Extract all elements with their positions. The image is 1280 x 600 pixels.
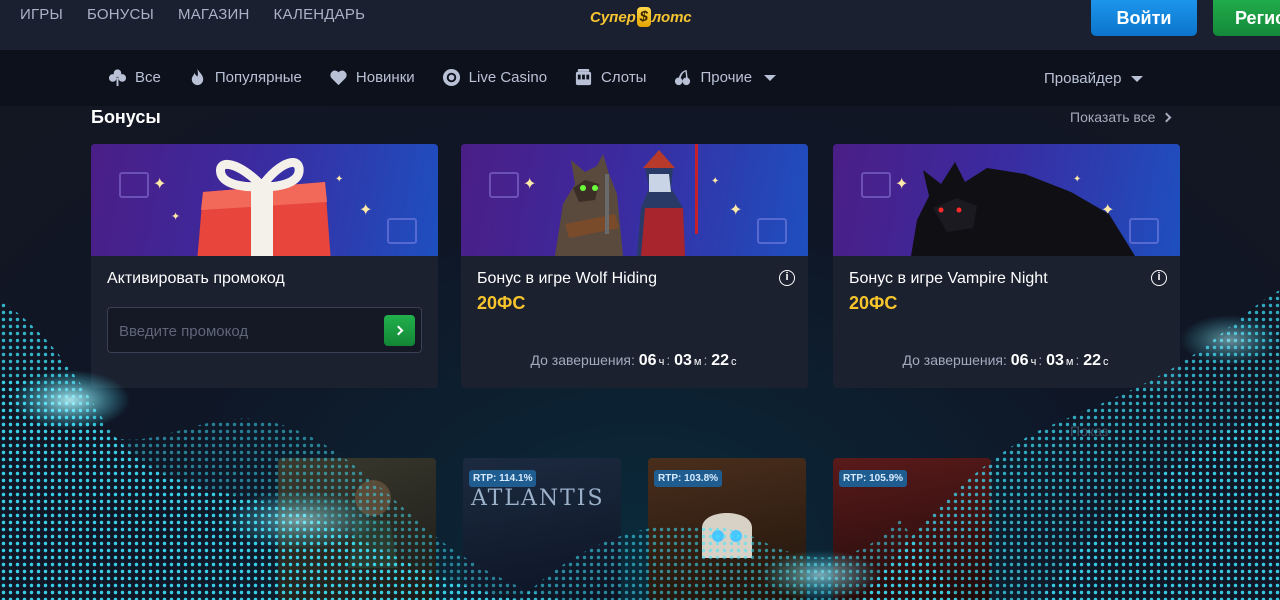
hours-unit: ч <box>1030 356 1037 368</box>
nav-games[interactable]: ИГРЫ <box>20 6 63 23</box>
logo-coin-icon: $ <box>636 7 651 27</box>
bonus-card-vampire-night[interactable]: ✦ ✦ ✦ Бонус в игре Vampire Night i 20ФС … <box>833 144 1180 388</box>
login-button[interactable]: Войти <box>1091 0 1197 36</box>
clover-icon <box>108 69 127 87</box>
category-label: Слоты <box>601 69 647 86</box>
chevron-right-icon <box>393 325 403 336</box>
countdown-minutes: 03 <box>1046 352 1064 369</box>
wolf-hiding-banner: ✦ ✦ ✦ <box>461 144 808 256</box>
category-label: Live Casino <box>468 69 548 86</box>
chevron-down-icon <box>1131 75 1144 82</box>
category-all[interactable]: Все <box>108 68 161 87</box>
category-other[interactable]: Прочие <box>673 68 777 87</box>
black-wolf-image <box>911 162 1135 256</box>
category-label: Новинки <box>355 69 415 86</box>
category-label: Прочие <box>700 69 753 86</box>
heart-icon <box>330 70 347 86</box>
game-character-image <box>348 480 398 568</box>
chip-icon <box>442 68 460 87</box>
countdown-hours: 06 <box>1010 352 1029 369</box>
sparkle-icon: ✦ <box>729 202 743 219</box>
game-character-image <box>702 513 752 558</box>
game-tile-atlantis[interactable]: RTP: 114.1% ATLANTIS <box>463 458 621 600</box>
cherries-icon <box>675 69 691 86</box>
game-tile[interactable]: RTP: 103.8% <box>648 458 806 600</box>
sparkle-icon: ✦ <box>359 202 373 219</box>
gift-outline-icon <box>757 218 787 244</box>
category-label: Популярные <box>214 69 302 86</box>
bonus-countdown: До завершения: 06 ч: 03 м: 22 с <box>530 352 737 369</box>
logo-text-left: Супер <box>590 8 636 26</box>
game-tile[interactable]: RTP: 105.9% <box>833 458 991 600</box>
countdown-label: До завершения: <box>902 352 1007 368</box>
category-new[interactable]: Новинки <box>329 68 415 87</box>
provider-dropdown[interactable]: Провайдер <box>1044 70 1144 87</box>
fire-icon <box>191 68 204 86</box>
seconds-unit: с <box>731 356 737 368</box>
countdown-seconds: 22 <box>711 352 730 369</box>
bonus-card-title: Бонус в игре Wolf Hiding <box>477 270 657 287</box>
gift-outline-icon <box>489 172 519 198</box>
promo-code-field <box>107 307 422 353</box>
game-tile[interactable] <box>278 458 436 600</box>
bonuses-show-all-link[interactable]: Показать все <box>1070 109 1172 125</box>
chevron-right-icon <box>1162 112 1172 122</box>
category-label: Все <box>135 69 161 86</box>
category-bar: Все Популярные Новинки Live Casino Слоты <box>0 50 1280 106</box>
gift-outline-icon <box>861 172 891 198</box>
promo-code-input[interactable] <box>119 320 369 342</box>
info-icon[interactable]: i <box>1151 270 1167 286</box>
top-header: ИГРЫ БОНУСЫ МАГАЗИН КАЛЕНДАРЬ Супер $ ло… <box>0 0 1280 50</box>
main-nav: ИГРЫ БОНУСЫ МАГАЗИН КАЛЕНДАРЬ <box>20 6 365 23</box>
vampire-night-banner: ✦ ✦ ✦ <box>833 144 1180 256</box>
category-slots[interactable]: Слоты <box>574 68 646 87</box>
nav-shop[interactable]: МАГАЗИН <box>178 6 250 23</box>
bonus-amount: 20ФС <box>849 293 898 313</box>
provider-label: Провайдер <box>1044 70 1122 87</box>
sparkle-icon: ✦ <box>523 176 537 193</box>
bonus-amount: 20ФС <box>477 293 526 313</box>
show-all-label: Показать все <box>1070 109 1156 125</box>
countdown-hours: 06 <box>638 352 657 369</box>
nav-bonuses[interactable]: БОНУСЫ <box>87 6 154 23</box>
gift-outline-icon <box>119 172 149 198</box>
register-button[interactable]: Регис <box>1213 0 1280 36</box>
bonuses-title: Бонусы <box>91 107 161 127</box>
category-popular[interactable]: Популярные <box>188 68 302 87</box>
site-logo[interactable]: Супер $ лотс <box>590 7 692 27</box>
rtp-badge: RTP: 105.9% <box>839 470 908 487</box>
minutes-unit: м <box>693 356 702 368</box>
gift-box-icon <box>197 158 331 256</box>
promo-code-card: ✦ ✦ ✦ ✦ Активировать промокод <box>91 144 438 388</box>
gift-banner: ✦ ✦ ✦ ✦ <box>91 144 438 256</box>
gift-outline-icon <box>387 218 417 244</box>
hours-unit: ч <box>658 356 665 368</box>
bonus-countdown: До завершения: 06 ч: 03 м: 22 с <box>902 352 1109 369</box>
countdown-minutes: 03 <box>674 352 692 369</box>
sparkle-icon: ✦ <box>171 211 181 223</box>
promo-submit-button[interactable] <box>384 315 415 346</box>
rtp-badge: RTP: 103.8% <box>654 470 723 487</box>
category-live-casino[interactable]: Live Casino <box>442 68 547 87</box>
bonus-card-title: Бонус в игре Vampire Night <box>849 270 1048 287</box>
bonus-card-wolf-hiding[interactable]: ✦ ✦ ✦ Бонус в игре Wolf Hiding i 20ФС До… <box>461 144 808 388</box>
nav-calendar[interactable]: КАЛЕНДАРЬ <box>274 6 366 23</box>
sparkle-icon: ✦ <box>153 176 167 193</box>
game-logo-text: ATLANTIS <box>471 486 605 511</box>
countdown-seconds: 22 <box>1083 352 1102 369</box>
minutes-unit: м <box>1065 356 1074 368</box>
rtp-badge: RTP: 114.1% <box>469 470 537 487</box>
chevron-down-icon <box>764 74 777 81</box>
info-icon[interactable]: i <box>779 270 795 286</box>
wolf-characters-image <box>555 144 698 256</box>
promo-card-title: Активировать промокод <box>107 270 285 287</box>
slot-machine-icon <box>575 68 592 86</box>
seconds-unit: с <box>1103 356 1109 368</box>
games-show-all-link[interactable]: Показ <box>1070 423 1108 439</box>
logo-text-right: лотс <box>651 8 692 26</box>
countdown-label: До завершения: <box>530 352 635 368</box>
